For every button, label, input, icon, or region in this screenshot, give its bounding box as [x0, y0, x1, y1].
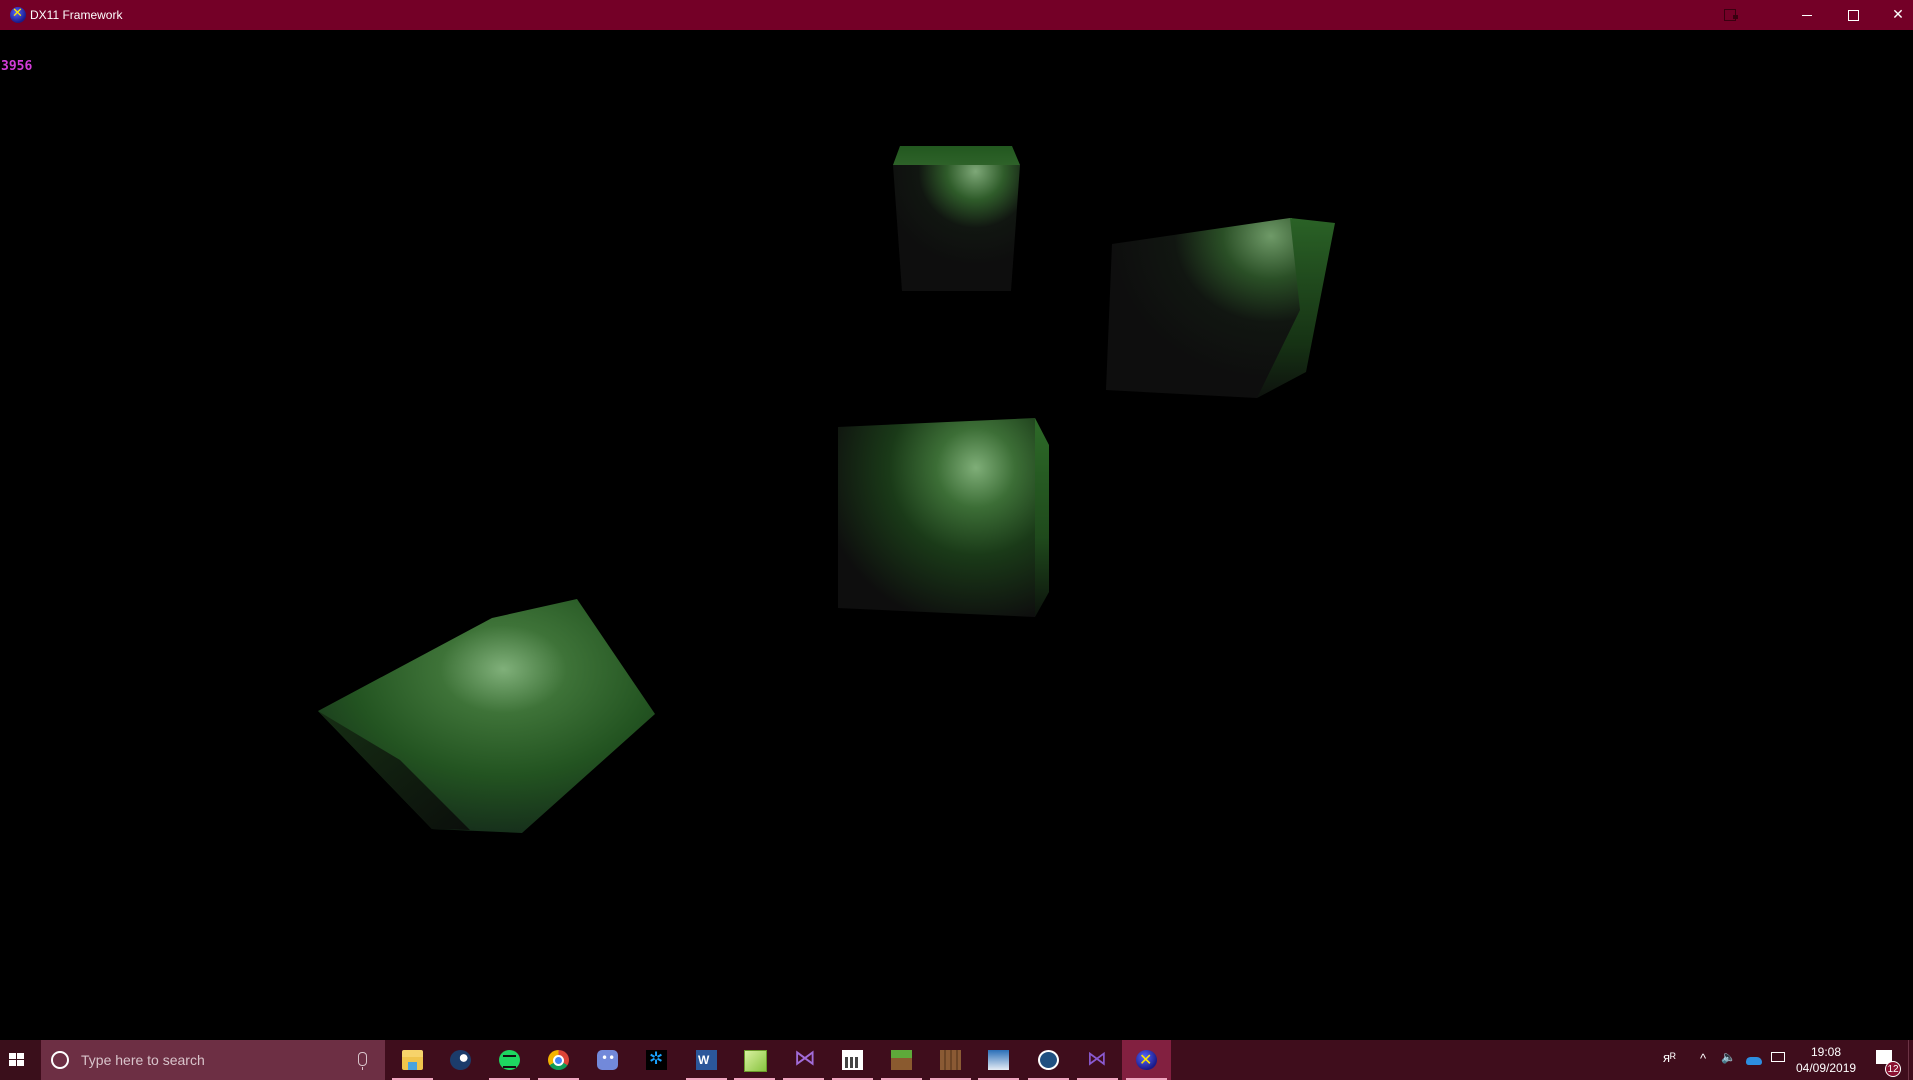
- scene-canvas: [318, 146, 1335, 833]
- windows-logo-icon: [9, 1053, 24, 1067]
- microphone-icon[interactable]: [358, 1052, 367, 1070]
- start-button[interactable]: [0, 1040, 40, 1080]
- taskbar-app-calculator[interactable]: [828, 1040, 877, 1080]
- close-icon: ✕: [1892, 7, 1904, 23]
- taskbar-app-notepadpp[interactable]: [730, 1040, 779, 1080]
- notepadpp-icon: [744, 1050, 767, 1072]
- cortana-circle-icon: [51, 1051, 69, 1069]
- battlenet-icon: [646, 1049, 667, 1070]
- directx-app-icon[interactable]: [10, 6, 26, 23]
- maximize-icon: [1847, 9, 1859, 21]
- discord-icon: [597, 1050, 618, 1070]
- clock-time: 19:08: [1810, 1045, 1842, 1059]
- crafting-table-icon: [940, 1050, 961, 1070]
- taskbar-app-file-explorer[interactable]: [388, 1040, 437, 1080]
- volume-icon[interactable]: 🔈: [1721, 1050, 1736, 1064]
- taskbar-app-spotify[interactable]: [485, 1040, 534, 1080]
- notification-count-badge: 12: [1885, 1061, 1901, 1077]
- taskbar: Type here to search ᴙᴿ ^ 🔈 19:08 04/09/2…: [0, 1040, 1913, 1080]
- taskbar-app-dx11-framework[interactable]: [1122, 1040, 1171, 1080]
- word-icon: [696, 1050, 717, 1070]
- onedrive-cloud-icon[interactable]: [1746, 1057, 1762, 1065]
- show-hidden-icons-chevron[interactable]: ^: [1700, 1051, 1706, 1066]
- clock-date: 04/09/2019: [1796, 1061, 1857, 1075]
- spotify-icon: [499, 1050, 520, 1070]
- window-title: DX11 Framework: [30, 8, 123, 22]
- taskbar-app-visual-studio[interactable]: [779, 1040, 828, 1080]
- taskbar-app-minecraft[interactable]: [877, 1040, 926, 1080]
- visual-studio-icon: [793, 1046, 816, 1071]
- cube-bottom-left-top-face: [318, 599, 655, 833]
- cast-icon[interactable]: [1724, 9, 1738, 21]
- taskbar-app-minecraft-launcher[interactable]: [926, 1040, 975, 1080]
- title-bar[interactable]: DX11 Framework ✕: [0, 0, 1913, 30]
- cube-top: [893, 146, 1020, 291]
- cube-right: [1106, 218, 1335, 398]
- cube-center: [838, 418, 1049, 617]
- calculator-icon: [842, 1050, 863, 1070]
- fps-counter: 3956: [1, 59, 33, 74]
- search-placeholder: Type here to search: [81, 1052, 205, 1068]
- paint-icon: [988, 1050, 1009, 1070]
- cube-top-front-face: [893, 165, 1020, 291]
- cube-top-top-face: [893, 146, 1020, 165]
- network-icon[interactable]: [1771, 1052, 1785, 1062]
- close-button[interactable]: ✕: [1875, 0, 1913, 30]
- visual-studio-2019-icon: [1087, 1046, 1108, 1070]
- taskbar-app-chrome[interactable]: [534, 1040, 583, 1080]
- clock[interactable]: 19:08 04/09/2019: [1796, 1044, 1856, 1076]
- chrome-icon: [548, 1050, 569, 1070]
- people-icon[interactable]: ᴙᴿ: [1663, 1050, 1676, 1065]
- taskbar-app-paint[interactable]: [974, 1040, 1023, 1080]
- maximize-button[interactable]: [1830, 0, 1876, 30]
- steam-icon: [450, 1050, 471, 1070]
- taskbar-app-discord[interactable]: [583, 1040, 632, 1080]
- search-box[interactable]: Type here to search: [41, 1040, 385, 1080]
- folder-icon: [402, 1050, 423, 1070]
- directx-x-icon: [1136, 1050, 1157, 1070]
- cube-center-front-face: [838, 418, 1035, 617]
- show-desktop-button[interactable]: [1908, 1040, 1909, 1080]
- sourcetree-icon: [1038, 1050, 1059, 1070]
- minecraft-grass-icon: [891, 1050, 912, 1070]
- minimize-button[interactable]: [1784, 0, 1830, 30]
- cube-center-side-face: [1035, 418, 1049, 617]
- minimize-icon: [1802, 14, 1812, 16]
- taskbar-app-steam[interactable]: [436, 1040, 485, 1080]
- render-viewport[interactable]: 3956: [0, 30, 1913, 1040]
- cube-bottom-left: [318, 599, 655, 833]
- taskbar-app-visual-studio-2019[interactable]: [1073, 1040, 1122, 1080]
- taskbar-app-word[interactable]: [682, 1040, 731, 1080]
- taskbar-app-battlenet[interactable]: [632, 1040, 681, 1080]
- taskbar-app-sourcetree[interactable]: [1024, 1040, 1073, 1080]
